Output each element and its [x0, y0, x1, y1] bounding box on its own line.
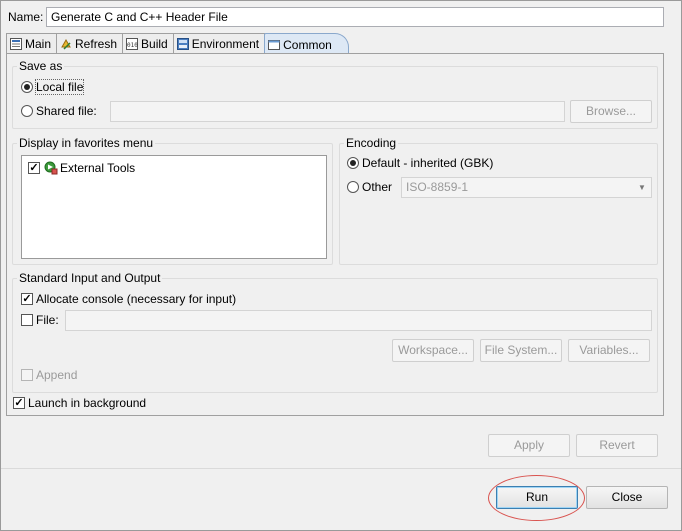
tab-main[interactable]: Main [6, 33, 58, 54]
refresh-tab-icon [60, 38, 72, 50]
save-as-title: Save as [17, 59, 65, 73]
other-encoding-radio[interactable] [347, 181, 359, 193]
append-label[interactable]: Append [36, 368, 77, 382]
append-checkbox[interactable] [21, 369, 33, 381]
external-tools-icon [44, 161, 58, 175]
tab-build-label: Build [141, 37, 168, 51]
encoding-select[interactable]: ISO-8859-1 ▼ [401, 177, 652, 198]
tab-common[interactable]: Common [264, 33, 349, 55]
std-io-group: Standard Input and Output ✓ Allocate con… [12, 271, 658, 393]
tab-environment-label: Environment [191, 37, 260, 51]
favorites-list[interactable]: ✓ External Tools [21, 155, 327, 259]
launch-background-checkbox[interactable]: ✓ [13, 397, 25, 409]
apply-button[interactable]: Apply [488, 434, 570, 457]
workspace-button[interactable]: Workspace... [392, 339, 474, 362]
name-label: Name: [8, 10, 44, 24]
close-button[interactable]: Close [586, 486, 668, 509]
common-tab-icon [268, 39, 281, 51]
tab-refresh-label: Refresh [75, 37, 118, 51]
std-io-title: Standard Input and Output [17, 271, 163, 285]
build-tab-icon: 010 [126, 38, 138, 50]
output-file-input[interactable] [65, 310, 652, 331]
file-system-button[interactable]: File System... [480, 339, 562, 362]
external-tools-label: External Tools [60, 161, 136, 175]
allocate-console-label[interactable]: Allocate console (necessary for input) [36, 292, 236, 306]
allocate-console-checkbox[interactable]: ✓ [21, 293, 33, 305]
external-tools-checkbox[interactable]: ✓ [28, 162, 40, 174]
common-tab-panel: Save as Local file Shared file: Browse..… [6, 53, 664, 416]
name-input[interactable]: Generate C and C++ Header File [46, 7, 664, 27]
chevron-down-icon: ▼ [638, 183, 646, 192]
shared-file-radio[interactable] [21, 105, 33, 117]
footer-divider [1, 468, 681, 469]
tab-refresh[interactable]: Refresh [56, 33, 124, 54]
save-as-group: Save as Local file Shared file: Browse..… [12, 59, 658, 129]
file-label[interactable]: File: [36, 313, 59, 327]
svg-text:010: 010 [127, 42, 138, 49]
local-file-radio[interactable] [21, 81, 33, 93]
revert-button[interactable]: Revert [576, 434, 658, 457]
highlight-annotation-oval [488, 475, 585, 521]
tab-environment[interactable]: Environment [172, 33, 266, 54]
main-tab-icon [10, 38, 22, 50]
default-encoding-radio[interactable] [347, 157, 359, 169]
encoding-title: Encoding [344, 136, 399, 150]
environment-tab-icon [176, 38, 189, 50]
favorites-title: Display in favorites menu [17, 136, 156, 150]
launch-background-label[interactable]: Launch in background [28, 396, 146, 410]
tab-common-label: Common [283, 37, 332, 52]
default-encoding-label[interactable]: Default - inherited (GBK) [362, 156, 493, 170]
tab-bar: Main Refresh 010 Build Environment Commo… [6, 33, 349, 55]
file-checkbox[interactable] [21, 314, 33, 326]
browse-button[interactable]: Browse... [570, 100, 652, 123]
shared-file-label[interactable]: Shared file: [36, 104, 97, 118]
encoding-select-value: ISO-8859-1 [406, 180, 469, 194]
tab-build[interactable]: 010 Build [122, 33, 174, 54]
variables-button[interactable]: Variables... [568, 339, 650, 362]
local-file-label[interactable]: Local file [34, 79, 85, 95]
other-encoding-label[interactable]: Other [362, 180, 392, 194]
tab-main-label: Main [25, 37, 52, 51]
encoding-group: Encoding Default - inherited (GBK) Other… [339, 136, 658, 265]
favorites-group: Display in favorites menu ✓ External Too… [12, 136, 333, 265]
shared-file-input[interactable] [110, 101, 565, 122]
